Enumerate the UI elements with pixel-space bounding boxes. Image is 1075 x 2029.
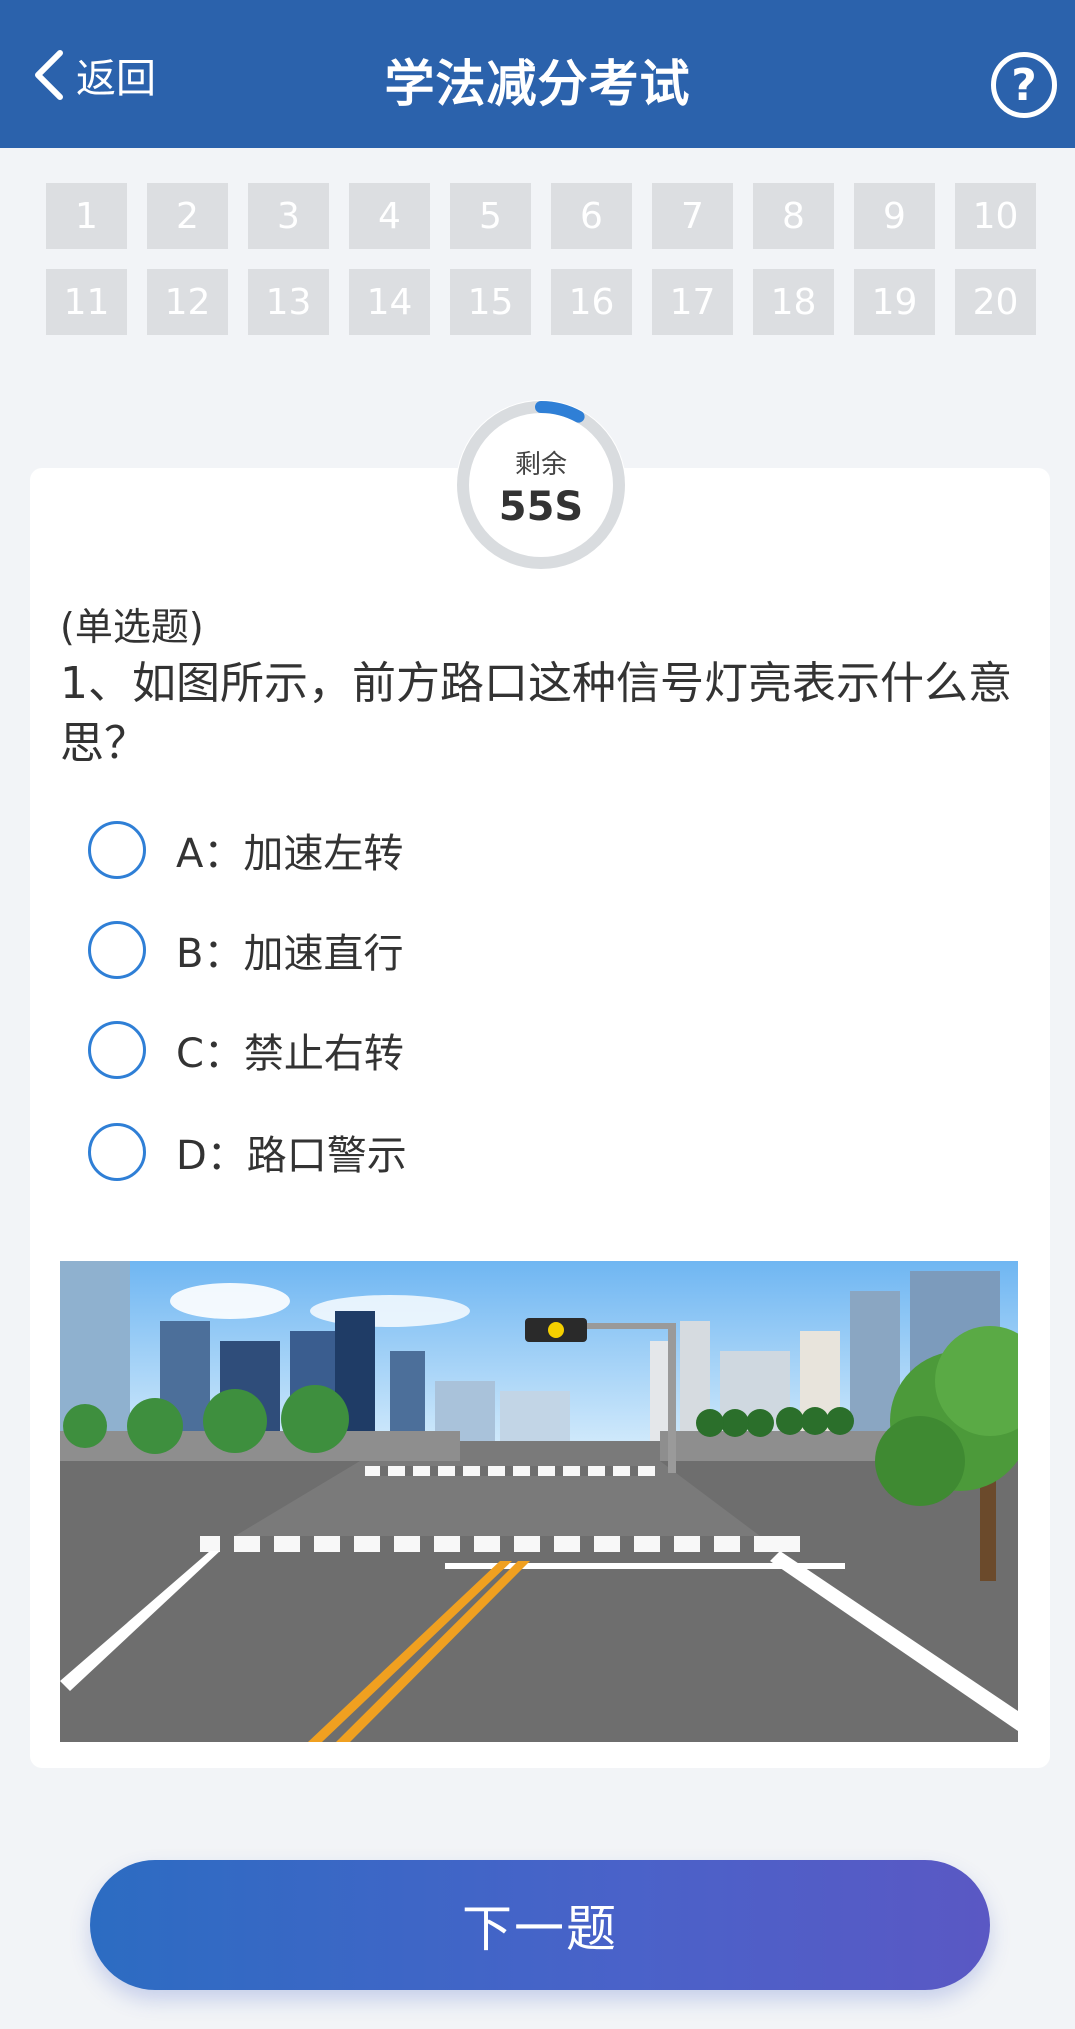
timer-label: 剩余: [514, 450, 567, 480]
page-title: 学法减分考试: [384, 55, 691, 113]
next-question-button[interactable]: 下一题: [90, 1860, 990, 1990]
option-a-label: A：加速左转: [176, 831, 404, 877]
radio-button[interactable]: [88, 1123, 146, 1181]
question-number-12[interactable]: 12: [147, 269, 228, 335]
intersection-illustration: [60, 1261, 1018, 1742]
countdown-timer: 剩余 55S: [456, 400, 626, 570]
question-number-6[interactable]: 6: [551, 183, 632, 249]
option-b-label: B：加速直行: [176, 931, 404, 977]
question-number-11[interactable]: 11: [46, 269, 127, 335]
app-header: 返回 学法减分考试 ?: [0, 0, 1075, 148]
question-number-4[interactable]: 4: [349, 183, 430, 249]
question-number-5[interactable]: 5: [450, 183, 531, 249]
option-a[interactable]: A：加速左转: [88, 818, 403, 882]
question-number-1[interactable]: 1: [46, 183, 127, 249]
question-number-19[interactable]: 19: [854, 269, 935, 335]
question-number-18[interactable]: 18: [753, 269, 834, 335]
question-number-17[interactable]: 17: [652, 269, 733, 335]
question-number-9[interactable]: 9: [854, 183, 935, 249]
question-text: 1、如图所示，前方路口这种信号灯亮表示什么意思？: [60, 658, 1012, 769]
exam-page: 返回 学法减分考试 ? 1 2 3 4 5 6 7 8 9 10 11 12 1…: [0, 0, 1075, 2029]
option-b[interactable]: B：加速直行: [88, 918, 403, 982]
question-number-10[interactable]: 10: [955, 183, 1036, 249]
question-number-20[interactable]: 20: [955, 269, 1036, 335]
question-type: (单选题): [60, 605, 204, 649]
question-number-13[interactable]: 13: [248, 269, 329, 335]
question-number-16[interactable]: 16: [551, 269, 632, 335]
question-number-14[interactable]: 14: [349, 269, 430, 335]
option-c-label: C：禁止右转: [176, 1031, 404, 1077]
question-number-grid: 1 2 3 4 5 6 7 8 9 10 11 12 13 14 15 16 1…: [46, 183, 1036, 335]
option-d-label: D：路口警示: [176, 1133, 407, 1179]
question-number-2[interactable]: 2: [147, 183, 228, 249]
question-number-3[interactable]: 3: [248, 183, 329, 249]
radio-button[interactable]: [88, 821, 146, 879]
question-number-8[interactable]: 8: [753, 183, 834, 249]
question-illustration: [60, 1261, 1018, 1742]
question-number-15[interactable]: 15: [450, 269, 531, 335]
question-number-7[interactable]: 7: [652, 183, 733, 249]
radio-button[interactable]: [88, 1021, 146, 1079]
option-d[interactable]: D：路口警示: [88, 1120, 407, 1184]
radio-button[interactable]: [88, 921, 146, 979]
help-icon[interactable]: ?: [991, 52, 1057, 118]
yellow-signal-light: [548, 1322, 564, 1338]
timer-value: 55S: [498, 484, 584, 530]
option-c[interactable]: C：禁止右转: [88, 1018, 404, 1082]
